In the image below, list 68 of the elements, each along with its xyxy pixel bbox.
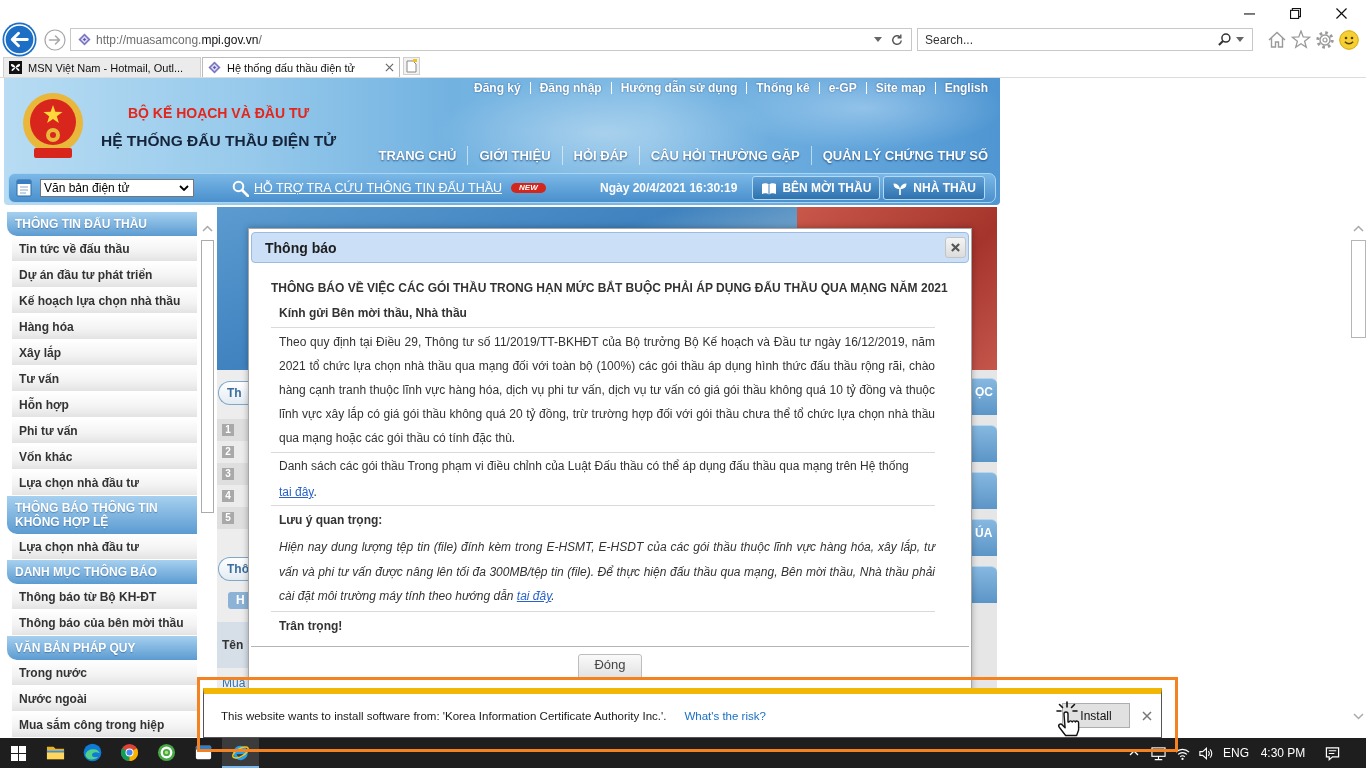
dialog-title: Thông báo <box>265 239 337 256</box>
caret-icon[interactable] <box>1236 37 1244 42</box>
segmented-circle-icon <box>120 742 139 762</box>
section-tab[interactable]: Thô <box>218 557 249 581</box>
notice-paragraph: Theo quy định tại Điều 29, Thông tư số 11/2019/TT-BKHĐT của Bộ trưởng Bộ Kế hoạch và Đầu tư ngày 16/12/2019, năm 2021 tổ chức lựa chọn nhà thầu qua mạng đối với toàn bộ (100%) các gói thầu áp dụng hình thức đấu thầu rộng rãi, chào hàng cạnh tranh thuộc lĩnh vực hàng hóa, dịch vụ phi tư vấn, dịch vụ tư vấn có giá gói thầu không quá 10 tỷ đồng và thuộc lĩnh vực xây lắp có giá gói thầu không quá 20 tỷ đồng, trừ trường hợp đối với gói thầu chưa thể tổ chức lựa chọn nhà thầu qua mạng hoặc các gói thầu có tính đặc thù. <box>279 334 935 447</box>
speaker-icon[interactable] <box>1197 745 1213 761</box>
search-icon <box>232 179 249 197</box>
role-button[interactable]: NHÀ THẦU <box>883 176 985 200</box>
important-paragraph: Hiện nay dung lượng tệp tin (file) đính kèm trong E-HSMT, E-HSDT của các gói thầu thuộc lĩnh vực hàng hóa, xây lắp, tư vấn và phi tư vấn được nâng lên tối đa 300MB/tệp tin (file). Để thực hiện đấu thầu qua mạng, Bên mời thầu, Nhà thầu phải cài đặt môi trường máy tính theo hướng dẫn tai đây. <box>279 538 935 605</box>
sprout-icon <box>892 181 909 195</box>
new-badge: NEW <box>511 183 546 193</box>
row-number: 3 <box>222 468 234 480</box>
clock-text[interactable]: 4:30 PM <box>1260 746 1306 760</box>
notice-paragraph: Danh sách các gói thầu Trong phạm vi điều chỉnh của Luật Đấu thầu có thể áp dụng đấu thầu qua mạng trên Hệ thống tai đây. <box>279 458 910 501</box>
taskbar-button[interactable] <box>222 738 259 768</box>
smiley-icon[interactable] <box>1339 29 1359 50</box>
greeting-text: Kính gửi Bên mời thầu, Nhà thầu <box>279 305 467 322</box>
role-button[interactable]: BÊN MỜI THẦU <box>752 176 881 200</box>
diamond-icon <box>78 33 91 46</box>
butterfly-tile-icon <box>9 61 22 74</box>
chevron-up-icon[interactable] <box>1129 750 1139 756</box>
sidebar-section-title: DANH MỤC THÔNG BÁO <box>7 560 197 584</box>
install-message: This website wants to install software from: 'Korea Information Certificate Authority Inc.'. <box>221 709 667 722</box>
column-header: Tên <box>217 622 248 668</box>
document-icon <box>16 179 32 197</box>
refresh-icon[interactable] <box>891 33 903 46</box>
diamond-icon <box>208 61 221 74</box>
star-icon[interactable] <box>1291 29 1311 50</box>
emblem-icon <box>22 92 84 160</box>
caret-icon[interactable] <box>874 37 882 42</box>
four-squares-icon[interactable] <box>11 745 26 761</box>
browser-tab[interactable]: Hệ thống đấu thầu điện tử <box>202 57 400 77</box>
row-number: 5 <box>222 512 234 524</box>
search-field[interactable]: Search... <box>917 28 1253 51</box>
document-type-select[interactable]: Văn bản điện tử <box>40 179 194 197</box>
row-number: 4 <box>222 490 234 502</box>
close-icon[interactable] <box>1336 8 1347 19</box>
system-title: HỆ THỐNG ĐẤU THẦU ĐIỆN TỬ <box>101 131 337 150</box>
date-time-text: Ngày 20/4/2021 16:30:19 <box>600 181 738 195</box>
home-icon[interactable] <box>1267 29 1287 50</box>
section-tab[interactable]: Th <box>218 381 249 405</box>
ministry-name: BỘ KẾ HOẠCH VÀ ĐẦU TƯ <box>127 104 310 122</box>
book-icon <box>761 181 778 195</box>
search-icon[interactable] <box>1218 33 1231 46</box>
close-icon <box>951 243 960 252</box>
chevron-down-icon <box>179 185 189 191</box>
language-indicator[interactable]: ENG <box>1223 746 1249 760</box>
back-arrow-icon[interactable] <box>2 22 37 57</box>
row-number: 2 <box>222 446 234 458</box>
notice-heading: THÔNG BÁO VỀ VIỆC CÁC GÓI THẦU TRONG HẠN MỨC BẮT BUỘC PHẢI ÁP DỤNG ĐẤU THẦU QUA MẠNG NĂM 2021 <box>271 279 948 297</box>
closing-text: Trân trọng! <box>279 617 343 635</box>
sidebar-section-title: THÔNG TIN ĐẤU THẦU <box>7 212 197 236</box>
close-dialog-button[interactable]: Đóng <box>578 653 642 680</box>
important-label: Lưu ý quan trọng: <box>279 512 383 529</box>
ring-icon <box>157 742 176 762</box>
monitor-icon[interactable] <box>1150 745 1166 761</box>
dialog-close-button[interactable] <box>945 237 966 258</box>
scrollbar-thumb[interactable] <box>1350 240 1366 338</box>
row-number: 1 <box>222 424 234 436</box>
sidebar-section-title: THÔNG BÁO THÔNG TIN KHÔNG HỢP LỆ <box>7 496 197 534</box>
browser-tab[interactable]: MSN Việt Nam - Hotmail, Outl... <box>3 57 201 77</box>
restore-icon[interactable] <box>1290 8 1301 19</box>
address-field[interactable]: http://muasamcong.mpi.gov.vn/ <box>70 28 912 51</box>
message-icon[interactable] <box>1324 745 1340 761</box>
sidebar-section-title: VĂN BẢN PHÁP QUY <box>7 636 197 660</box>
scrollbar-thumb[interactable] <box>200 240 214 513</box>
risk-link[interactable]: What's the risk? <box>684 709 766 722</box>
wave-circle-icon <box>83 742 102 762</box>
